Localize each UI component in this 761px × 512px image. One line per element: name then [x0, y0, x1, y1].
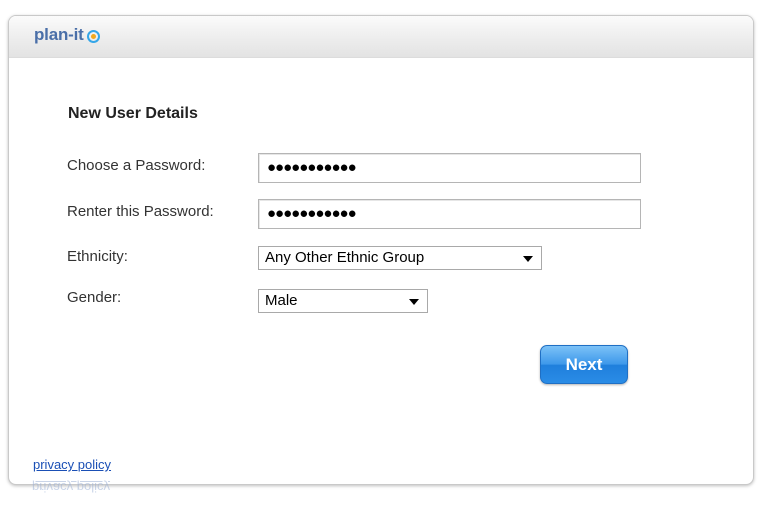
password-label: Choose a Password: [67, 157, 206, 174]
ethnicity-select[interactable]: Any Other Ethnic Group [258, 246, 542, 270]
logo-text: plan-it [34, 25, 84, 44]
reenter-password-field[interactable]: ●●●●●●●●●●● [258, 199, 641, 229]
gender-label: Gender: [67, 289, 122, 306]
header-bar: plan-it [9, 16, 753, 58]
dropdown-arrow-icon [523, 256, 533, 262]
target-icon [86, 29, 100, 43]
ethnicity-value: Any Other Ethnic Group [265, 249, 425, 266]
ethnicity-label: Ethnicity: [67, 248, 128, 265]
gender-value: Male [265, 292, 298, 309]
registration-card: plan-it New User Details Choose a Passwo… [8, 15, 754, 485]
privacy-policy-reflection: privacy policy [32, 480, 111, 495]
section-title: New User Details [68, 105, 198, 122]
gender-select[interactable]: Male [258, 289, 428, 313]
next-button[interactable]: Next [540, 345, 628, 384]
reenter-password-label: Renter this Password: [67, 203, 214, 220]
dropdown-arrow-icon [409, 299, 419, 305]
password-field[interactable]: ●●●●●●●●●●● [258, 153, 641, 183]
privacy-policy-link[interactable]: privacy policy [33, 457, 111, 472]
logo[interactable]: plan-it [34, 25, 100, 45]
